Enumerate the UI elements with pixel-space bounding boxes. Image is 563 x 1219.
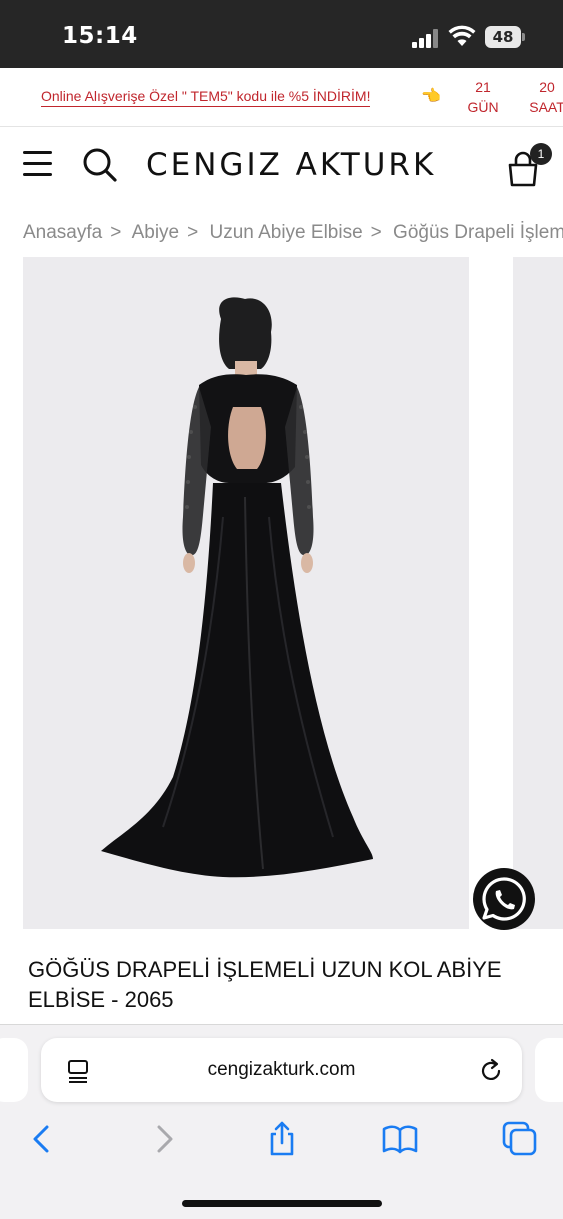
tabs-icon[interactable]: [502, 1121, 538, 1157]
whatsapp-icon: [482, 877, 526, 921]
cellular-signal-icon: [412, 28, 440, 48]
product-image[interactable]: [23, 257, 469, 929]
promo-bar: Online Alışverişe Özel " TEM5" kodu ile …: [0, 68, 563, 127]
address-bar[interactable]: cengizakturk.com: [41, 1038, 522, 1102]
battery-icon: 48: [485, 26, 525, 48]
pointing-hand-icon: 👈: [421, 88, 441, 105]
forward-icon[interactable]: [146, 1121, 182, 1157]
browser-toolbar: cengizakturk.com: [0, 1024, 563, 1219]
status-time: 15:14: [62, 23, 138, 49]
promo-text[interactable]: Online Alışverişe Özel " TEM5" kodu ile …: [41, 88, 371, 107]
bookmarks-icon[interactable]: [382, 1121, 418, 1157]
breadcrumb-current: Göğüs Drapeli İşlemeli: [393, 222, 563, 243]
countdown-hours-unit: SAAT: [529, 99, 563, 115]
wifi-icon: [448, 25, 476, 46]
next-product-image[interactable]: [513, 257, 563, 929]
breadcrumb: Anasayfa > Abiye > Uzun Abiye Elbise > Göğü…: [23, 222, 563, 244]
status-bar: 15:14 48: [0, 0, 563, 68]
countdown-hours-value: 20: [539, 79, 555, 95]
back-icon[interactable]: [24, 1121, 60, 1157]
cart-button[interactable]: 1: [506, 143, 552, 187]
site-header: CENGIZ AKTURK 1: [0, 127, 563, 203]
reload-icon[interactable]: [478, 1057, 504, 1085]
cart-count-badge: 1: [530, 143, 552, 165]
share-icon[interactable]: [264, 1121, 300, 1157]
search-icon[interactable]: [82, 147, 118, 183]
breadcrumb-separator: >: [187, 222, 199, 243]
product-title: GÖĞÜS DRAPELİ İŞLEMELİ UZUN KOL ABİYE EL…: [28, 957, 502, 1012]
address-url[interactable]: cengizakturk.com: [41, 1059, 522, 1081]
countdown-days-unit: GÜN: [467, 99, 499, 115]
countdown-days-value: 21: [475, 79, 491, 95]
next-tab-preview[interactable]: [535, 1038, 563, 1102]
site-logo[interactable]: CENGIZ AKTURK: [146, 147, 436, 183]
whatsapp-button[interactable]: [473, 868, 535, 930]
home-indicator[interactable]: [182, 1200, 382, 1207]
previous-tab-preview[interactable]: [0, 1038, 28, 1102]
breadcrumb-home[interactable]: Anasayfa: [23, 222, 102, 243]
dress-model-illustration: [101, 297, 373, 878]
countdown-days: 21 GÜN: [463, 77, 503, 117]
breadcrumb-separator: >: [370, 222, 382, 243]
breadcrumb-uzun-abiye[interactable]: Uzun Abiye Elbise: [210, 222, 363, 243]
breadcrumb-separator: >: [110, 222, 122, 243]
hamburger-menu-icon[interactable]: [23, 151, 52, 177]
breadcrumb-abiye[interactable]: Abiye: [132, 222, 180, 243]
countdown-hours: 20 SAAT: [527, 77, 563, 117]
